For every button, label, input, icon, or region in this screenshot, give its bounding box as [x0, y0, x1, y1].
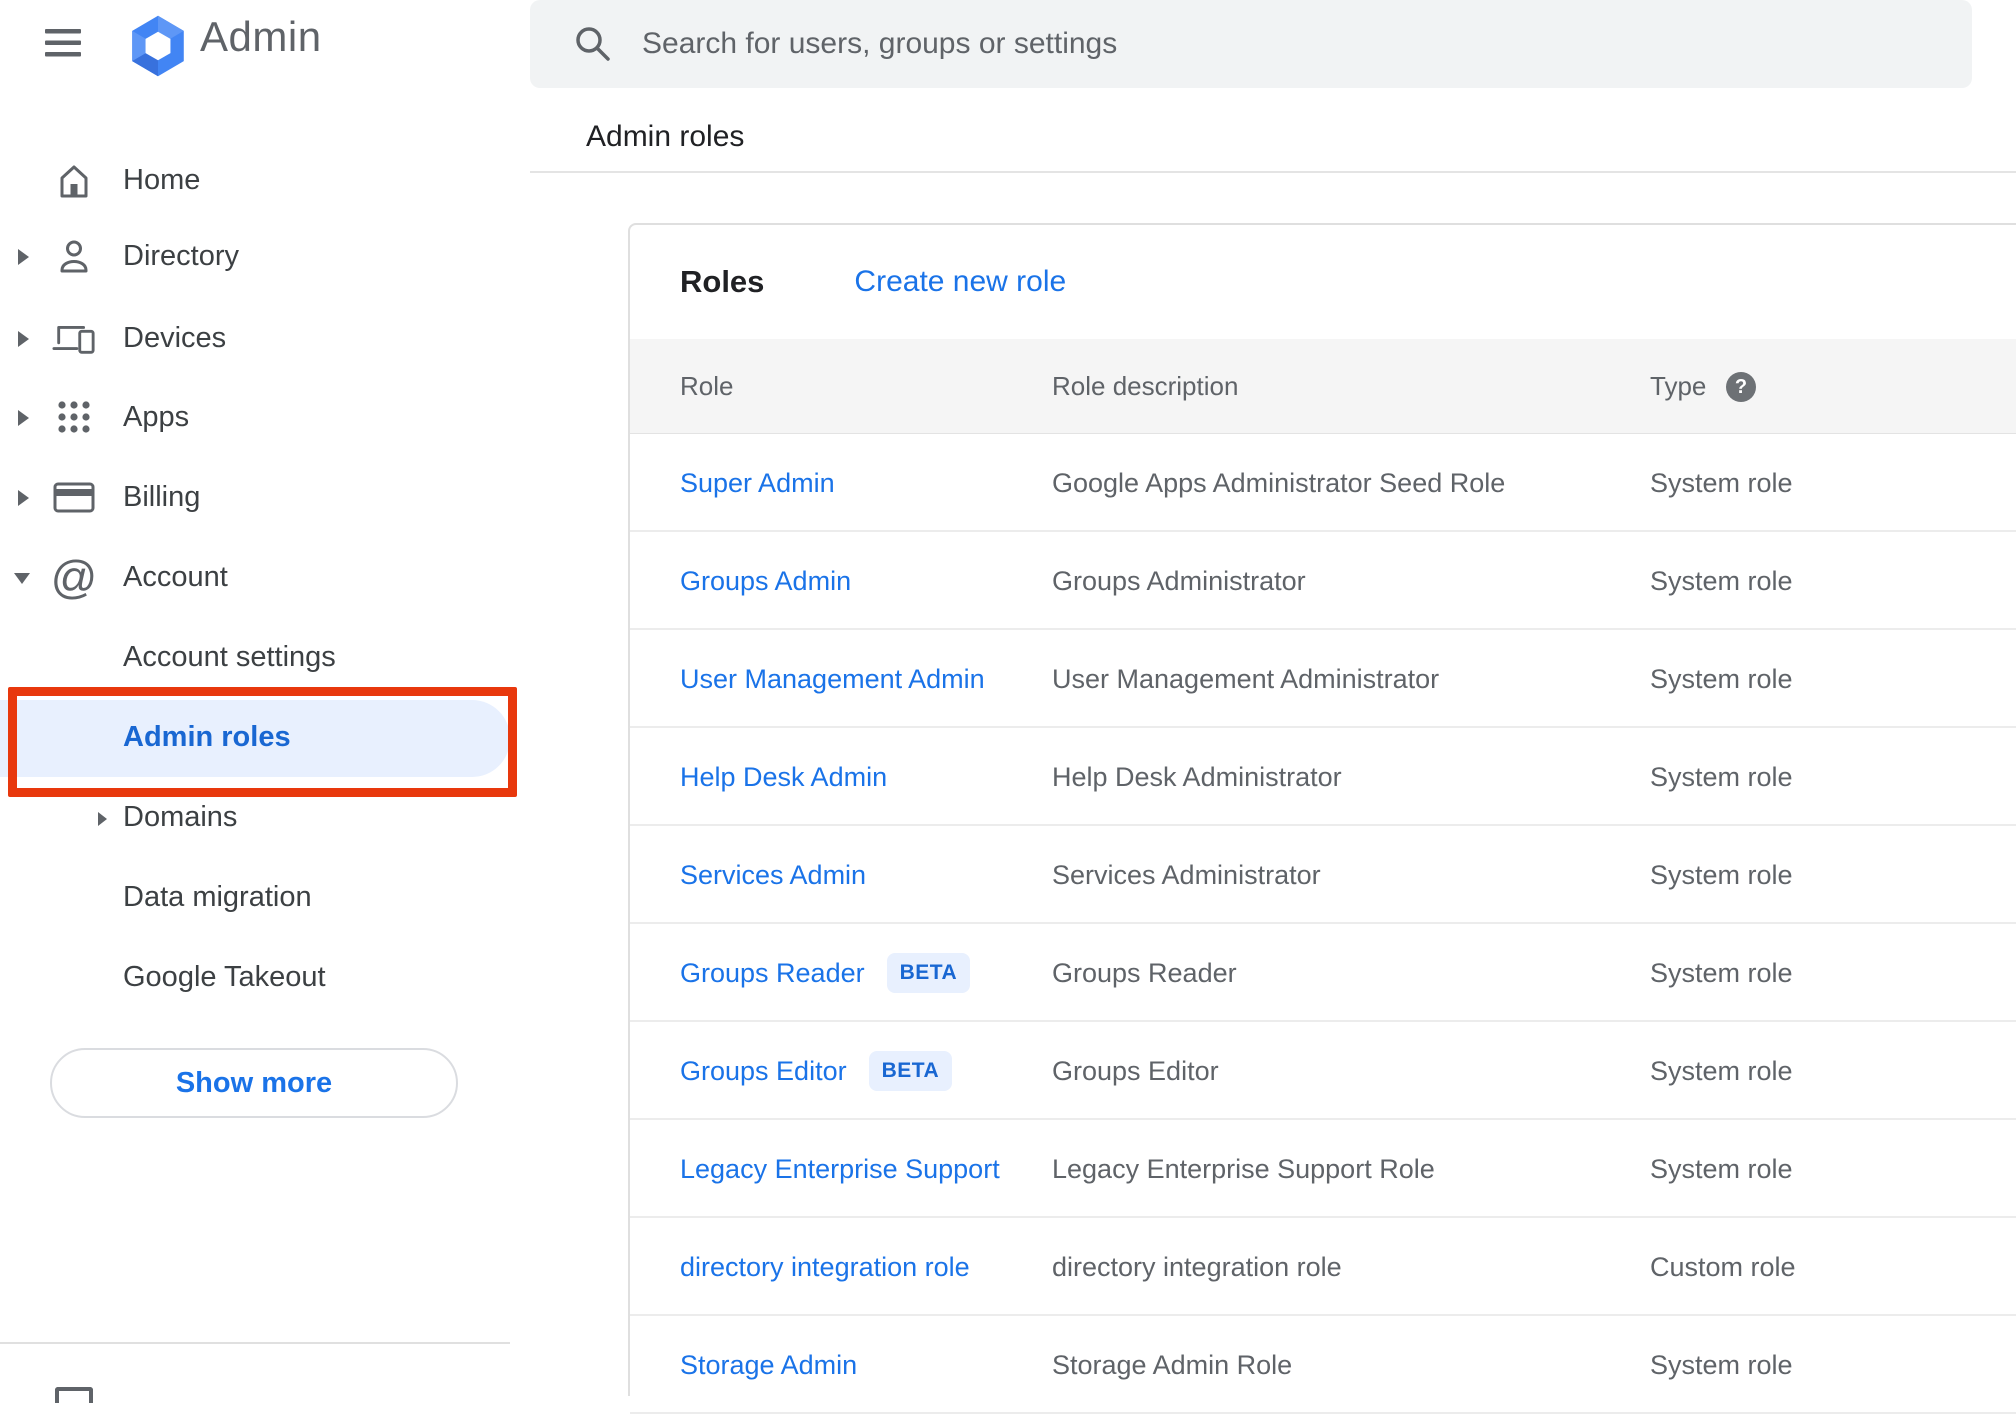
search-icon — [574, 25, 612, 68]
column-header-description: Role description — [1052, 371, 1239, 401]
table-row: Super Admin Google Apps Administrator Se… — [630, 434, 2016, 532]
devices-icon — [52, 310, 96, 366]
table-row: Groups Admin Groups Administrator System… — [630, 532, 2016, 630]
beta-badge: BETA — [868, 1051, 953, 1091]
apps-grid-icon — [52, 389, 96, 445]
credit-card-icon — [52, 469, 96, 525]
role-link[interactable]: Help Desk Admin — [680, 762, 887, 793]
role-type-cell: System role — [1650, 1350, 1793, 1380]
sidebar-item-domains[interactable]: Domains — [0, 789, 510, 845]
sidebar-item-apps[interactable]: Apps — [0, 389, 510, 445]
roles-card-header: Roles Create new role — [630, 225, 2016, 339]
sidebar-item-account[interactable]: @ Account — [0, 549, 510, 605]
expand-arrow-icon[interactable] — [18, 410, 29, 426]
role-description-cell: Google Apps Administrator Seed Role — [1052, 468, 1506, 498]
home-icon — [52, 152, 96, 208]
search-input[interactable] — [642, 0, 1922, 88]
collapse-arrow-icon[interactable] — [14, 573, 30, 584]
role-type-cell: System role — [1650, 664, 1793, 694]
hamburger-bars — [45, 29, 81, 57]
role-link[interactable]: Super Admin — [680, 468, 835, 499]
at-sign-icon: @ — [50, 551, 98, 603]
breadcrumb: Admin roles — [586, 120, 745, 153]
role-description-cell: Storage Admin Role — [1052, 1350, 1293, 1380]
role-type-cell: System role — [1650, 1154, 1793, 1184]
table-row: Legacy Enterprise Support Legacy Enterpr… — [630, 1120, 2016, 1218]
partial-bottom-icon — [55, 1387, 93, 1403]
expand-arrow-icon[interactable] — [18, 331, 29, 347]
role-link[interactable]: Storage Admin — [680, 1350, 857, 1381]
person-icon — [52, 228, 96, 284]
role-description-cell: User Management Administrator — [1052, 664, 1440, 694]
role-type-cell: System role — [1650, 468, 1793, 498]
role-description-cell: Groups Editor — [1052, 1056, 1219, 1086]
table-row: Help Desk Admin Help Desk Administrator … — [630, 728, 2016, 826]
table-row: directory integration role directory int… — [630, 1218, 2016, 1316]
sidebar-item-google-takeout[interactable]: Google Takeout — [0, 949, 510, 1005]
header-divider — [530, 171, 2016, 173]
role-type-cell: System role — [1650, 1056, 1793, 1086]
table-column-header: Role Role description Type ? — [630, 339, 2016, 434]
column-header-type: Type — [1650, 371, 1707, 401]
app-title: Admin — [200, 13, 322, 60]
role-link[interactable]: Legacy Enterprise Support — [680, 1154, 1000, 1185]
role-type-cell: Custom role — [1650, 1252, 1796, 1282]
role-description-cell: Groups Administrator — [1052, 566, 1306, 596]
roles-table-body: Super Admin Google Apps Administrator Se… — [630, 434, 2016, 1414]
expand-arrow-icon[interactable] — [18, 490, 29, 506]
table-row: Groups Reader BETA Groups Reader System … — [630, 924, 2016, 1022]
role-link[interactable]: directory integration role — [680, 1252, 970, 1283]
role-type-cell: System role — [1650, 860, 1793, 890]
role-description-cell: Services Administrator — [1052, 860, 1321, 890]
beta-badge: BETA — [886, 953, 971, 993]
column-header-role: Role — [680, 371, 734, 401]
role-type-cell: System role — [1650, 762, 1793, 792]
sidebar-item-home[interactable]: Home — [0, 152, 510, 208]
role-type-cell: System role — [1650, 958, 1793, 988]
role-description-cell: Help Desk Administrator — [1052, 762, 1342, 792]
menu-icon[interactable] — [45, 28, 85, 58]
expand-arrow-icon[interactable] — [18, 249, 29, 265]
sidebar-item-directory[interactable]: Directory — [0, 228, 510, 284]
role-description-cell: Groups Reader — [1052, 958, 1237, 988]
show-more-button[interactable]: Show more — [50, 1048, 458, 1118]
sidebar-item-admin-roles[interactable]: Admin roles — [0, 709, 510, 765]
role-link[interactable]: Groups Reader — [680, 958, 865, 989]
expand-arrow-icon[interactable] — [98, 812, 107, 826]
table-row: Storage Admin Storage Admin Role System … — [630, 1316, 2016, 1414]
sidebar-divider — [0, 1342, 510, 1344]
search-bar[interactable] — [530, 0, 1972, 88]
table-row: Groups Editor BETA Groups Editor System … — [630, 1022, 2016, 1120]
role-link[interactable]: Services Admin — [680, 860, 866, 891]
create-new-role-link[interactable]: Create new role — [854, 265, 1066, 299]
sidebar-item-billing[interactable]: Billing — [0, 469, 510, 525]
role-link[interactable]: Groups Admin — [680, 566, 851, 597]
table-row: User Management Admin User Management Ad… — [630, 630, 2016, 728]
table-row: Services Admin Services Administrator Sy… — [630, 826, 2016, 924]
admin-logo-icon — [126, 14, 190, 78]
role-link[interactable]: Groups Editor — [680, 1056, 847, 1087]
role-link[interactable]: User Management Admin — [680, 664, 985, 695]
sidebar-item-data-migration[interactable]: Data migration — [0, 869, 510, 925]
role-type-cell: System role — [1650, 566, 1793, 596]
sidebar-item-devices[interactable]: Devices — [0, 310, 510, 366]
roles-title: Roles — [680, 264, 765, 299]
role-description-cell: directory integration role — [1052, 1252, 1342, 1282]
help-icon[interactable]: ? — [1726, 372, 1756, 402]
sidebar-item-account-settings[interactable]: Account settings — [0, 629, 510, 685]
roles-card: Roles Create new role Role Role descript… — [628, 223, 2016, 1414]
role-description-cell: Legacy Enterprise Support Role — [1052, 1154, 1435, 1184]
